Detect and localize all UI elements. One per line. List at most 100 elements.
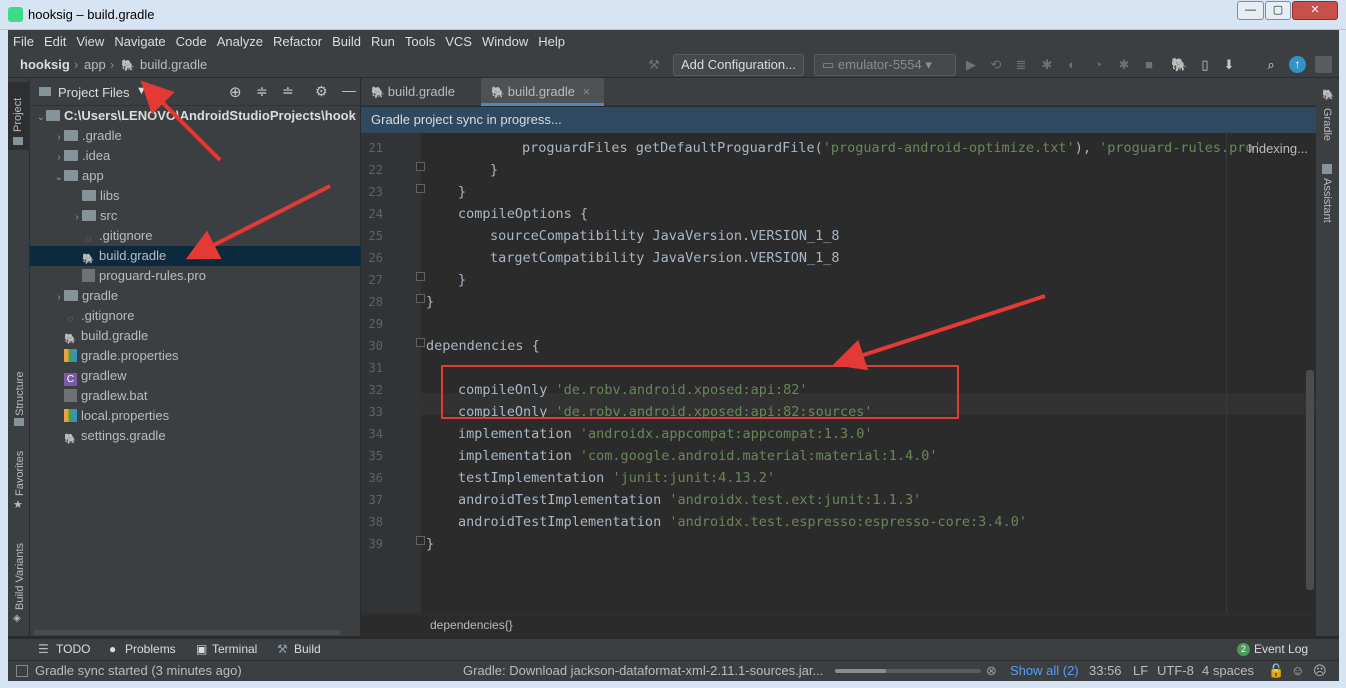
menu-build[interactable]: Build xyxy=(327,34,366,49)
tab-project[interactable]: Project xyxy=(8,82,30,150)
chevron-right-icon[interactable]: › xyxy=(54,288,64,308)
device-selector[interactable]: ▭ emulator-5554 ▾ xyxy=(814,54,956,76)
apply-code-changes-icon[interactable]: ≣ xyxy=(1014,58,1028,72)
menu-view[interactable]: View xyxy=(71,34,109,49)
tree-item[interactable]: › .gradle xyxy=(30,126,361,146)
add-configuration-button[interactable]: Add Configuration... xyxy=(673,54,804,76)
tab-build[interactable]: Build xyxy=(294,642,321,656)
project-view-selector[interactable]: Project Files xyxy=(58,85,130,100)
tree-item[interactable]: 🐘 build.gradle xyxy=(30,246,361,266)
sdk-manager-icon[interactable]: ⬇ xyxy=(1222,58,1236,72)
locate-icon[interactable]: ⊕ xyxy=(229,83,242,101)
sync-gradle-icon[interactable]: 🐘 xyxy=(1171,58,1187,72)
overflow-icon[interactable] xyxy=(1315,56,1332,73)
coverage-icon[interactable]: ◐ xyxy=(1065,58,1079,72)
chevron-down-icon[interactable]: ▼ xyxy=(136,85,147,97)
debug-icon[interactable]: ✱ xyxy=(1040,58,1054,72)
menu-refactor[interactable]: Refactor xyxy=(268,34,327,49)
chevron-right-icon[interactable]: › xyxy=(54,148,64,168)
tab-assistant[interactable]: Assistant xyxy=(1321,178,1333,223)
tree-item[interactable]: ⌄ C:\Users\LENOVO\AndroidStudioProjects\h… xyxy=(30,106,361,126)
background-task[interactable]: Gradle: Download jackson-dataformat-xml-… xyxy=(463,663,823,678)
profile-icon[interactable]: ◔ xyxy=(1091,58,1105,72)
menu-file[interactable]: File xyxy=(8,34,39,49)
tree-item[interactable]: ◌ .gitignore xyxy=(30,306,361,326)
avd-manager-icon[interactable]: ▯ xyxy=(1198,58,1212,72)
menu-edit[interactable]: Edit xyxy=(39,34,71,49)
stop-icon[interactable]: ■ xyxy=(1142,58,1156,72)
tree-item[interactable]: proguard-rules.pro xyxy=(30,266,361,286)
line-separator[interactable]: LF xyxy=(1133,663,1148,678)
nav-file[interactable]: build.gradle xyxy=(140,57,207,72)
tree-item[interactable]: libs xyxy=(30,186,361,206)
tab-terminal[interactable]: Terminal xyxy=(212,642,257,656)
tab-problems[interactable]: Problems xyxy=(125,642,176,656)
fold-marker-icon[interactable] xyxy=(416,536,425,545)
expand-all-icon[interactable]: ≑ xyxy=(256,83,268,100)
hide-panel-icon[interactable]: — xyxy=(342,82,356,98)
close-tab-icon[interactable]: × xyxy=(583,84,591,99)
maximize-button[interactable]: ▢ xyxy=(1265,1,1291,20)
chevron-right-icon[interactable]: › xyxy=(54,128,64,148)
tab-structure[interactable]: Structure xyxy=(14,371,26,416)
file-encoding[interactable]: UTF-8 xyxy=(1157,663,1194,678)
chevron-down-icon[interactable]: ⌄ xyxy=(36,108,46,128)
feedback-icon[interactable]: ☺ xyxy=(1291,663,1304,678)
update-icon[interactable]: ↑ xyxy=(1289,56,1306,73)
chevron-right-icon[interactable]: › xyxy=(72,208,82,228)
fold-marker-icon[interactable] xyxy=(416,294,425,303)
fold-marker-icon[interactable] xyxy=(416,162,425,171)
cancel-task-icon[interactable]: ⊗ xyxy=(986,663,997,679)
tab-favorites[interactable]: Favorites xyxy=(14,451,26,496)
code-breadcrumb[interactable]: dependencies{} xyxy=(361,614,1316,636)
collapse-all-icon[interactable]: ≐ xyxy=(282,83,294,100)
chevron-down-icon[interactable]: ⌄ xyxy=(54,168,64,188)
search-icon[interactable]: ⌕ xyxy=(1264,58,1278,72)
menu-code[interactable]: Code xyxy=(171,34,212,49)
menu-help[interactable]: Help xyxy=(533,34,570,49)
menu-run[interactable]: Run xyxy=(366,34,400,49)
tree-item[interactable]: gradlew.bat xyxy=(30,386,361,406)
tree-item[interactable]: › .idea xyxy=(30,146,361,166)
indent-setting[interactable]: 4 spaces xyxy=(1202,663,1254,678)
tree-item[interactable]: › src xyxy=(30,206,361,226)
tree-item[interactable]: › gradle xyxy=(30,286,361,306)
fold-marker-icon[interactable] xyxy=(416,272,425,281)
layout-icon[interactable] xyxy=(16,665,28,677)
tree-item[interactable]: Cgradlew xyxy=(30,366,361,386)
tree-item[interactable]: 🐘 settings.gradle xyxy=(30,426,361,446)
fold-marker-icon[interactable] xyxy=(416,338,425,347)
tab-todo[interactable]: TODO xyxy=(56,642,90,656)
fold-marker-icon[interactable] xyxy=(416,184,425,193)
tab-build-gradle-app[interactable]: 🐘 build.gradle × xyxy=(481,78,604,106)
tree-item[interactable]: local.properties xyxy=(30,406,361,426)
close-window-button[interactable]: ✕ xyxy=(1292,1,1338,20)
status-message[interactable]: Gradle sync started (3 minutes ago) xyxy=(35,663,242,678)
vertical-scrollbar[interactable] xyxy=(1306,370,1314,590)
menu-analyze[interactable]: Analyze xyxy=(212,34,268,49)
tree-item[interactable]: ⌄ app xyxy=(30,166,361,186)
menu-vcs[interactable]: VCS xyxy=(440,34,477,49)
caret-position[interactable]: 33:56 xyxy=(1089,663,1122,678)
memory-icon[interactable]: ☹ xyxy=(1313,663,1327,679)
menu-navigate[interactable]: Navigate xyxy=(109,34,170,49)
menu-tools[interactable]: Tools xyxy=(400,34,440,49)
nav-module[interactable]: app xyxy=(84,57,106,72)
apply-changes-icon[interactable]: ⟲ xyxy=(989,58,1003,72)
attach-debugger-icon[interactable]: ✱ xyxy=(1117,58,1131,72)
minimize-button[interactable]: — xyxy=(1237,1,1264,20)
tab-build-gradle-project[interactable]: 🐘 build.gradle xyxy=(361,78,479,106)
tree-item[interactable]: gradle.properties xyxy=(30,346,361,366)
breadcrumb-item[interactable]: dependencies{} xyxy=(430,618,513,632)
horizontal-scrollbar[interactable] xyxy=(34,630,340,635)
tree-item[interactable]: 🐘 build.gradle xyxy=(30,326,361,346)
menu-window[interactable]: Window xyxy=(477,34,533,49)
gear-icon[interactable]: ⚙ xyxy=(315,83,328,100)
nav-project[interactable]: hooksig xyxy=(20,57,70,72)
lock-icon[interactable]: 🔓 xyxy=(1268,663,1284,679)
tab-event-log[interactable]: Event Log xyxy=(1254,642,1308,656)
show-all-link[interactable]: Show all (2) xyxy=(1010,663,1079,678)
tree-item[interactable]: ◌ .gitignore xyxy=(30,226,361,246)
hammer-icon[interactable]: ⚒ xyxy=(647,58,661,72)
tab-gradle[interactable]: Gradle xyxy=(1321,108,1333,141)
